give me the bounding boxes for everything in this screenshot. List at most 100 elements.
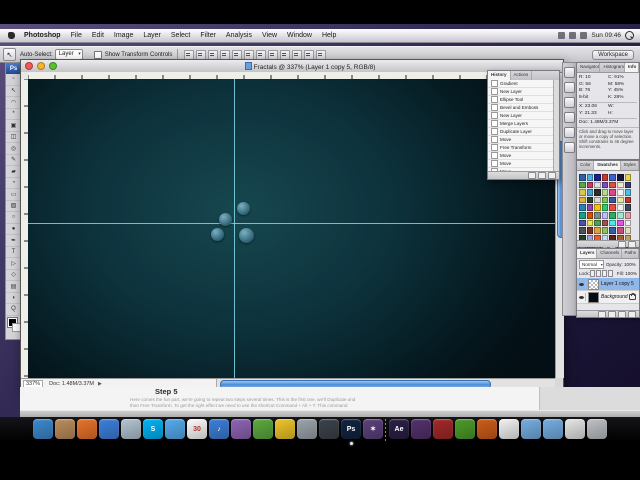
- menu-select[interactable]: Select: [166, 32, 195, 39]
- color-swatch[interactable]: [624, 227, 632, 234]
- address-book-icon[interactable]: [55, 419, 75, 439]
- color-swatch[interactable]: [609, 219, 616, 227]
- shape-tool[interactable]: ◇: [6, 270, 21, 281]
- color-swatch[interactable]: [601, 227, 609, 234]
- color-swatch[interactable]: [616, 204, 624, 211]
- color-swatch[interactable]: [594, 181, 601, 189]
- color-swatch[interactable]: [594, 227, 601, 234]
- color-swatch[interactable]: [616, 181, 624, 189]
- menu-filter[interactable]: Filter: [195, 32, 221, 39]
- layer-visibility-icon[interactable]: [577, 293, 586, 301]
- color-swatch[interactable]: [586, 181, 594, 189]
- color-swatch[interactable]: [624, 219, 632, 227]
- trash-icon[interactable]: [587, 419, 607, 439]
- color-swatch[interactable]: [601, 204, 609, 211]
- history-brush-tool[interactable]: ◔: [6, 178, 21, 189]
- layer-visibility-icon[interactable]: [577, 280, 586, 288]
- menu-window[interactable]: Window: [282, 32, 317, 39]
- menu-clock[interactable]: Sun 09:46: [591, 32, 621, 39]
- color-swatch[interactable]: [601, 196, 609, 204]
- clone-stamp-tool[interactable]: ▰: [6, 166, 21, 178]
- folder-icon-2[interactable]: [543, 419, 563, 439]
- history-state[interactable]: Merge Layers: [488, 120, 554, 128]
- layer-row[interactable]: Layer 1 copy 5: [577, 278, 639, 291]
- zoom-tool[interactable]: Q: [6, 304, 21, 316]
- healing-brush-tool[interactable]: ◎: [6, 143, 21, 155]
- color-swatch[interactable]: [624, 211, 632, 219]
- menu-view[interactable]: View: [257, 32, 282, 39]
- menu-help[interactable]: Help: [317, 32, 341, 39]
- color-swatch[interactable]: [609, 181, 616, 189]
- premiere-icon[interactable]: [411, 419, 431, 439]
- color-swatch[interactable]: [616, 189, 624, 196]
- color-swatch[interactable]: [586, 174, 594, 181]
- notes-document-icon[interactable]: [565, 419, 585, 439]
- color-swatch[interactable]: [601, 174, 609, 181]
- history-state[interactable]: Move: [488, 160, 554, 168]
- skype-icon[interactable]: S: [143, 419, 163, 439]
- menu-analysis[interactable]: Analysis: [221, 32, 257, 39]
- delete-state-button[interactable]: [548, 172, 556, 179]
- paragraph-panel-icon[interactable]: [564, 112, 575, 123]
- opacity-value[interactable]: 100%: [624, 262, 636, 267]
- imovie-icon[interactable]: ✶: [363, 419, 383, 439]
- color-swatch[interactable]: [624, 189, 632, 196]
- delete-swatch-button[interactable]: [628, 240, 636, 248]
- lock-position-button[interactable]: [602, 270, 608, 277]
- display-status-icon[interactable]: [558, 32, 566, 39]
- safari-icon[interactable]: [99, 419, 119, 439]
- color-swatch[interactable]: [579, 204, 586, 211]
- distribute-hcenter-button[interactable]: [304, 49, 315, 60]
- menu-edit[interactable]: Edit: [87, 32, 109, 39]
- distribute-bottom-button[interactable]: [280, 49, 291, 60]
- blend-mode-dropdown[interactable]: Normal: [579, 260, 604, 269]
- layer-comps-panel-icon[interactable]: [564, 127, 575, 138]
- cyberduck-icon[interactable]: [275, 419, 295, 439]
- distribute-top-button[interactable]: [256, 49, 267, 60]
- color-swatch[interactable]: [624, 196, 632, 204]
- path-selection-tool[interactable]: ▷: [6, 258, 21, 270]
- color-swatch[interactable]: [579, 219, 586, 227]
- new-swatch-button[interactable]: [618, 240, 626, 248]
- notes-tool[interactable]: ▤: [6, 281, 21, 293]
- itunes-icon[interactable]: ♪: [209, 419, 229, 439]
- color-swatch[interactable]: [579, 181, 586, 189]
- color-swatch[interactable]: [586, 227, 594, 234]
- folder-icon[interactable]: [521, 419, 541, 439]
- swatches-tab-styles[interactable]: Styles: [621, 161, 639, 170]
- zoom-window-button[interactable]: [49, 62, 57, 70]
- color-swatch[interactable]: [594, 174, 601, 181]
- info-tab-navigator[interactable]: Navigator: [577, 63, 601, 72]
- history-state[interactable]: Bevel and Emboss: [488, 104, 554, 112]
- color-swatch[interactable]: [616, 227, 624, 234]
- history-state[interactable]: New Layer: [488, 112, 554, 120]
- color-swatch[interactable]: [616, 174, 624, 181]
- eraser-tool[interactable]: ▭: [6, 189, 21, 201]
- color-swatch[interactable]: [579, 211, 586, 219]
- globe-app-icon[interactable]: [319, 419, 339, 439]
- swatches-tab-color[interactable]: Color: [577, 161, 595, 170]
- color-swatch[interactable]: [594, 204, 601, 211]
- color-swatch[interactable]: [579, 174, 586, 181]
- tool-presets-panel-icon[interactable]: [564, 142, 575, 153]
- color-swatch[interactable]: [579, 227, 586, 234]
- distribute-left-button[interactable]: [292, 49, 303, 60]
- layers-tab-paths[interactable]: Paths: [622, 249, 640, 258]
- workspace-button[interactable]: Workspace: [592, 49, 634, 60]
- color-swatch[interactable]: [579, 196, 586, 204]
- minimize-window-button[interactable]: [37, 62, 45, 70]
- magic-wand-tool[interactable]: *: [6, 109, 21, 120]
- move-tool[interactable]: ↖: [6, 86, 21, 97]
- color-swatch[interactable]: [609, 189, 616, 196]
- menu-photoshop[interactable]: Photoshop: [19, 32, 66, 39]
- ical-icon[interactable]: 30: [187, 419, 207, 439]
- color-swatch[interactable]: [616, 211, 624, 219]
- menu-image[interactable]: Image: [109, 32, 138, 39]
- layers-tab-layers[interactable]: Layers: [577, 249, 598, 258]
- crop-tool[interactable]: ▣: [6, 120, 21, 132]
- align-top-button[interactable]: [184, 49, 195, 60]
- delete-layer-button[interactable]: [628, 310, 636, 318]
- history-state[interactable]: Ellipse Tool: [488, 96, 554, 104]
- distribute-vcenter-button[interactable]: [268, 49, 279, 60]
- directors-chair-icon[interactable]: [433, 419, 453, 439]
